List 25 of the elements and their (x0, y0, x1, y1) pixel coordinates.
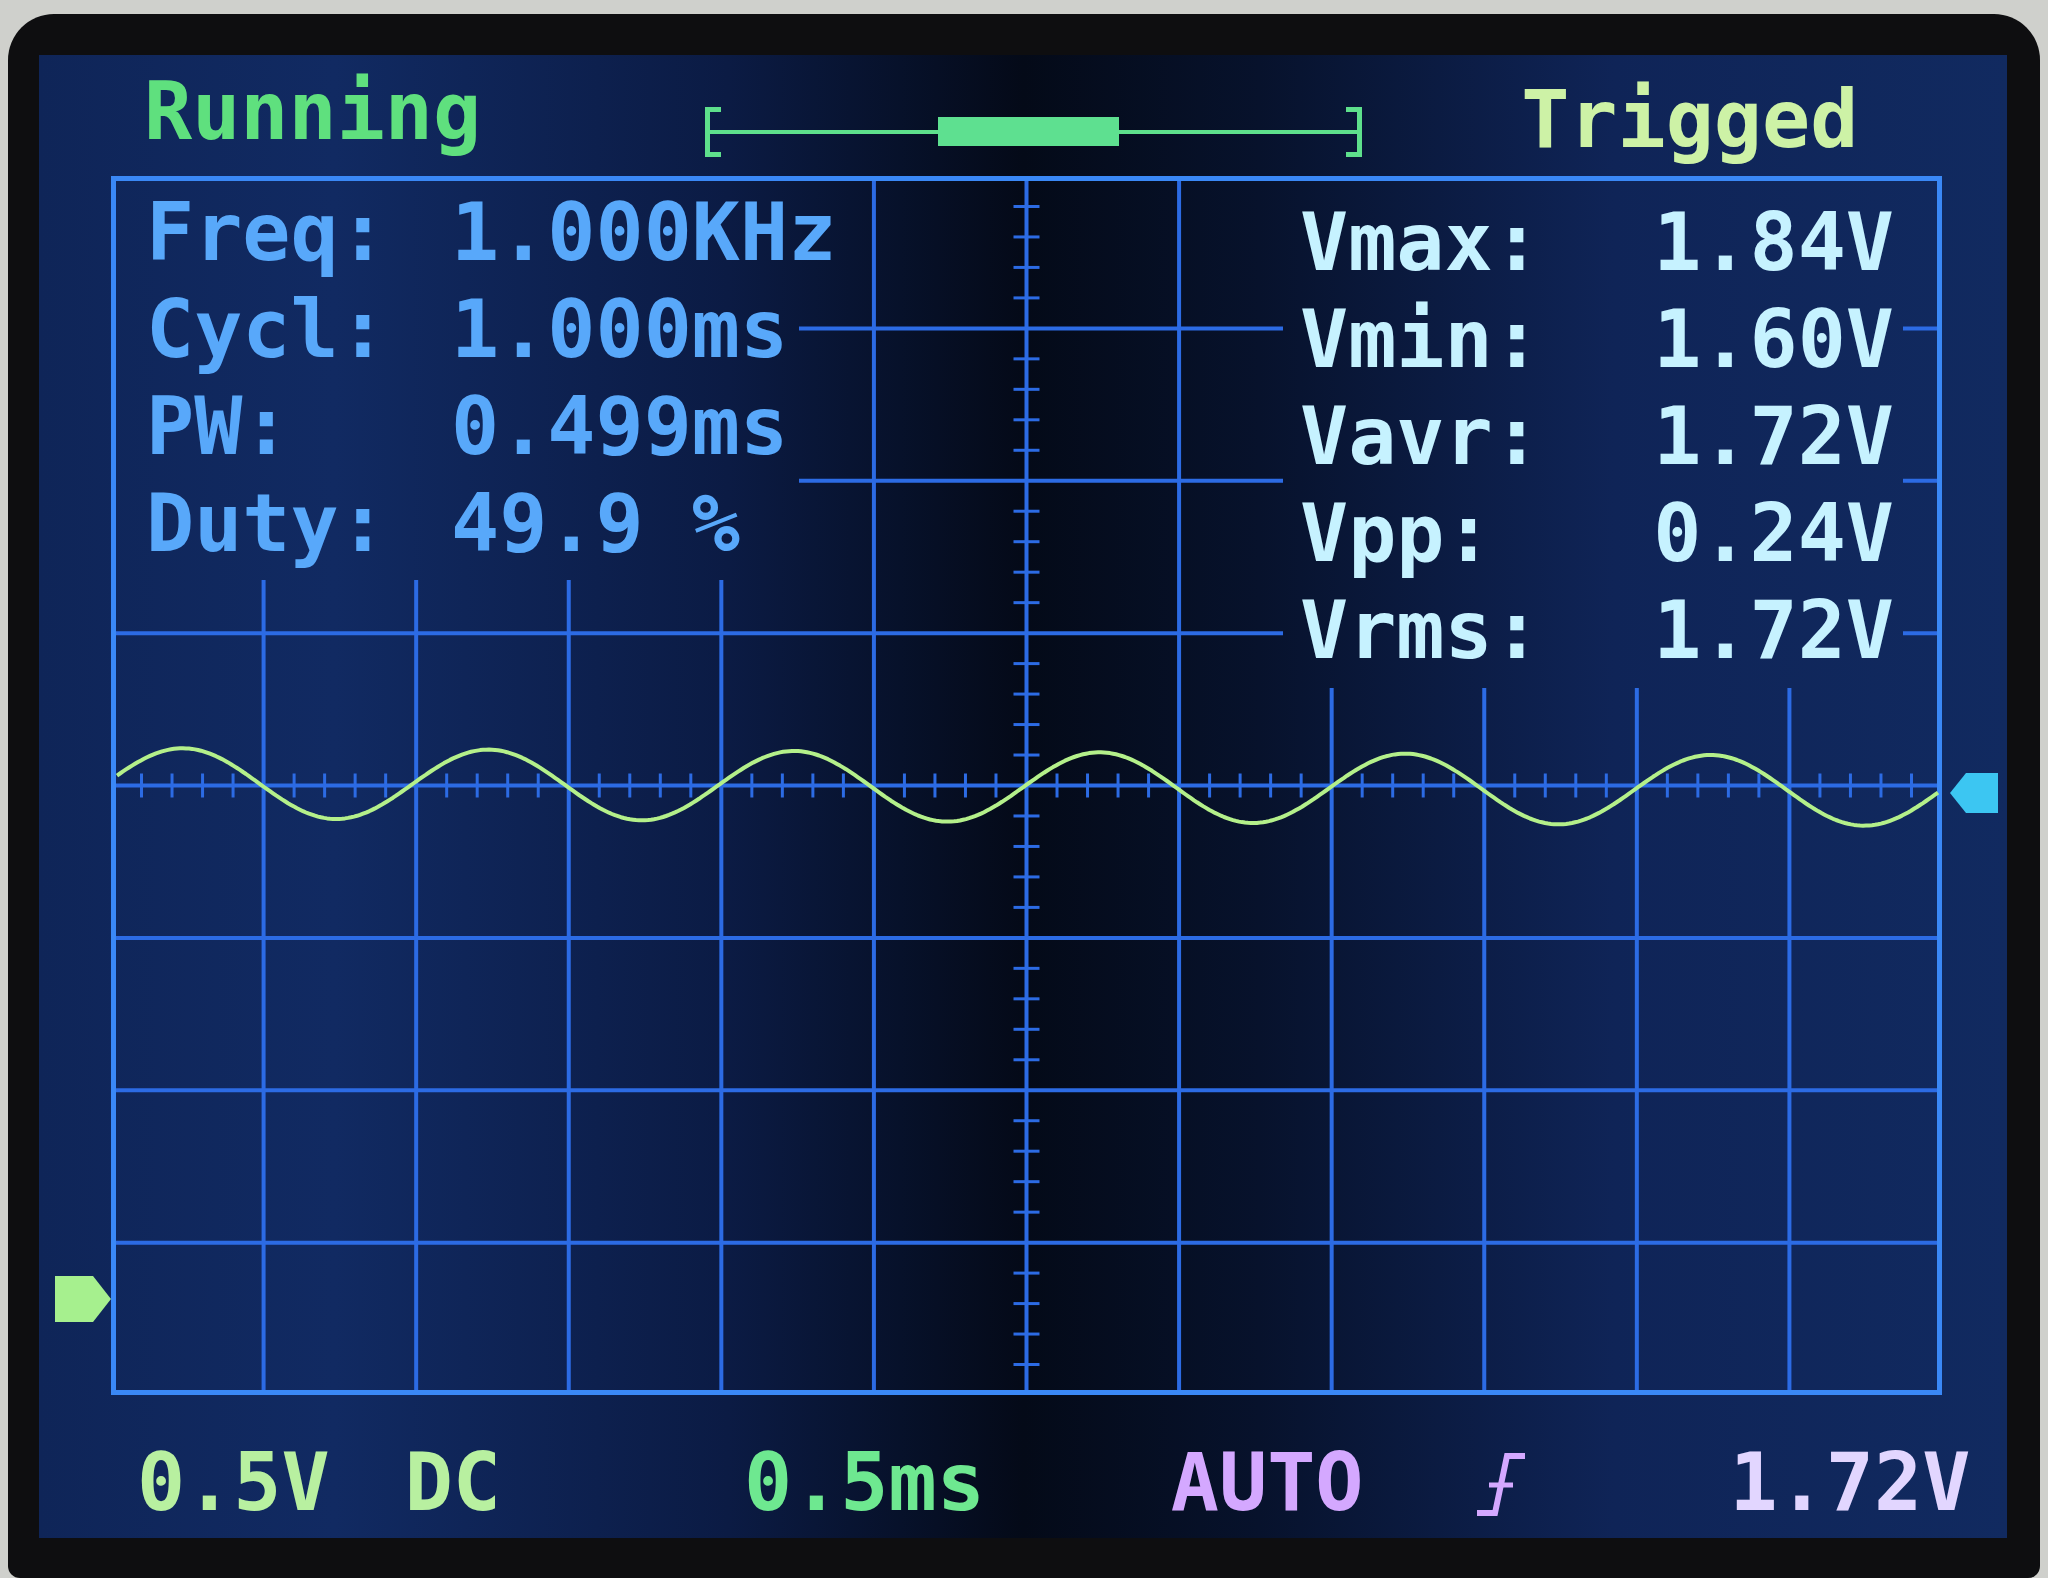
measurement-value: 0.499ms (451, 379, 790, 475)
measurement-label: Duty: (146, 476, 388, 572)
measurement-label: Vmin: (1300, 292, 1542, 388)
measurement-value: 1.000ms (451, 282, 790, 378)
volts-per-div-text: 0.5V (137, 1443, 330, 1523)
measurement-value: 1.60V (1653, 292, 1894, 388)
measurement-value: 1.72V (1653, 389, 1894, 485)
trigger-mode-text: AUTO (1170, 1443, 1364, 1523)
measurement-value: 1.84V (1653, 195, 1894, 291)
measurement-label: Vmax: (1300, 195, 1542, 291)
ground-marker-icon (55, 1276, 111, 1322)
measurement-value: 1.72V (1653, 583, 1894, 679)
measurement-label: PW: (146, 379, 292, 475)
measurement-label: Vpp: (1300, 486, 1494, 582)
measurement-label: Cycl: (146, 282, 388, 378)
measurement-label: Vrms: (1300, 583, 1542, 679)
time-per-div-text: 0.5ms (744, 1443, 985, 1523)
coupling-text: DC (404, 1443, 501, 1523)
trigger-marker-icon (1950, 773, 1998, 813)
measurement-value: 49.9 % (451, 476, 741, 572)
measurement-value: 1.000KHz (451, 185, 837, 281)
measurement-label: Vavr: (1300, 389, 1542, 485)
measurement-value: 0.24V (1653, 486, 1894, 582)
trigger-level-text: 1.72V (1729, 1443, 1971, 1523)
measurement-label: Freq: (146, 185, 388, 281)
